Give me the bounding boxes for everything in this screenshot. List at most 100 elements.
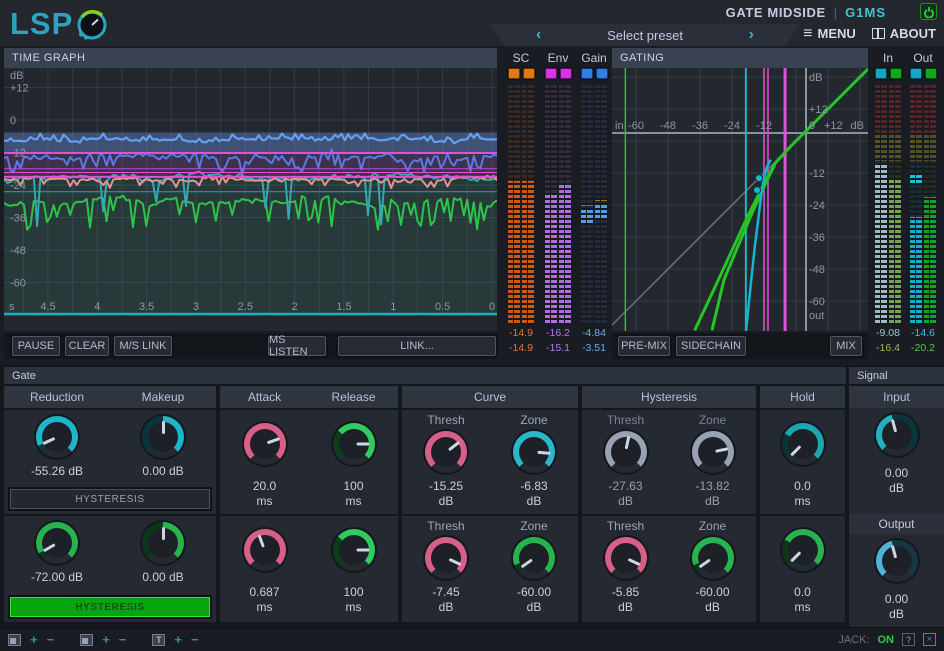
side-hysteresis-toggle[interactable]: HYSTERESIS <box>10 597 210 617</box>
window-layout-icon[interactable] <box>80 634 93 646</box>
menu-icon: ≡ <box>803 27 812 41</box>
side-attack-knob[interactable] <box>244 529 286 571</box>
disconnect-icon[interactable]: × <box>923 633 936 646</box>
plugin-window: LSP GATE MIDSIDE | G1MS ‹ Select preset … <box>0 0 944 651</box>
side-curve-zone-unit: dB <box>527 600 542 615</box>
side-release-knob[interactable] <box>333 529 375 571</box>
mid-curve-zone-knob[interactable] <box>513 431 555 473</box>
preset-selector[interactable]: Select preset <box>607 28 683 43</box>
side-hyst-thresh-knob[interactable] <box>605 537 647 579</box>
side-hold-unit: ms <box>795 600 811 615</box>
sc-meter-bar-side <box>522 85 534 325</box>
mid-hold-knob[interactable] <box>782 423 824 465</box>
side-hyst-thresh-label: Thresh <box>607 519 644 534</box>
zoom-out-button[interactable]: − <box>191 632 199 647</box>
sidechain-button[interactable]: SIDECHAIN <box>676 336 746 356</box>
env-side-enable-button[interactable] <box>560 68 572 79</box>
gating-plot[interactable]: in-60-48-36-24-120+12dBdB+12-12-24-36-48… <box>612 68 868 331</box>
svg-text:-24: -24 <box>724 120 740 132</box>
svg-text:0: 0 <box>489 301 495 313</box>
mid-hold-unit: ms <box>795 494 811 509</box>
output-gain-knob[interactable] <box>876 540 918 582</box>
svg-text:-60: -60 <box>10 278 26 290</box>
gain-mid-enable-button[interactable] <box>581 68 593 79</box>
link-button[interactable]: LINK... <box>338 336 496 356</box>
gate-section: Gate Signal Reduction Makeup Attack Rele… <box>0 365 944 627</box>
mid-hyst-zone-knob[interactable] <box>692 431 734 473</box>
in-mid-enable-button[interactable] <box>875 68 887 79</box>
out-mid-enable-button[interactable] <box>910 68 922 79</box>
about-button[interactable]: ABOUT <box>872 26 936 41</box>
env-meter: Env -16.2 -15.1 <box>541 48 575 355</box>
env-mid-enable-button[interactable] <box>545 68 557 79</box>
mid-hyst-thresh-knob[interactable] <box>605 431 647 473</box>
preset-prev-button[interactable]: ‹ <box>536 25 541 45</box>
in-meter-value-side: -16.4 <box>876 341 900 355</box>
mid-attack-unit: ms <box>257 494 273 509</box>
curve-header: Curve <box>402 386 578 408</box>
zoom-out-button[interactable]: − <box>119 632 127 647</box>
svg-text:dB: dB <box>851 120 864 132</box>
mid-hysteresis-cell: Thresh -27.63 dB Zone -13.82 dB <box>582 410 756 514</box>
gating-header: GATING <box>612 48 868 68</box>
side-hyst-zone-knob[interactable] <box>692 537 734 579</box>
preset-bar: ‹ Select preset › <box>490 24 800 46</box>
menu-button[interactable]: ≡ MENU <box>803 26 856 41</box>
text-scale-icon[interactable]: T <box>152 634 165 646</box>
out-meter-value-mid: -14.6 <box>911 326 935 340</box>
svg-text:2.5: 2.5 <box>238 301 253 313</box>
mid-reduction-knob[interactable] <box>36 416 78 458</box>
timegraph-toolbar: PAUSE CLEAR M/S LINK MS LISTEN LINK... <box>4 333 497 359</box>
in-meter-value-mid: -9.08 <box>876 326 900 340</box>
mid-hyst-zone-unit: dB <box>705 494 720 509</box>
zoom-in-button[interactable]: + <box>174 632 182 647</box>
sc-side-enable-button[interactable] <box>523 68 535 79</box>
help-icon[interactable]: ? <box>902 633 915 646</box>
ms-link-button[interactable]: M/S LINK <box>114 336 172 356</box>
mid-makeup-knob[interactable] <box>142 416 184 458</box>
side-curve-thresh-knob[interactable] <box>425 537 467 579</box>
output-gain-value: 0.00 <box>885 592 908 607</box>
output-gain-unit: dB <box>889 607 904 622</box>
preset-next-button[interactable]: › <box>749 25 754 45</box>
mix-button[interactable]: MIX <box>830 336 862 356</box>
zoom-in-button[interactable]: + <box>102 632 110 647</box>
mid-curve-thresh-knob[interactable] <box>425 431 467 473</box>
clear-button[interactable]: CLEAR <box>65 336 109 356</box>
ms-listen-button[interactable]: MS LISTEN <box>268 336 326 356</box>
side-makeup-knob[interactable] <box>142 522 184 564</box>
out-meter-bar-mid <box>910 85 922 325</box>
sc-meter-value-mid: -14.9 <box>509 326 533 340</box>
out-meter-bar-side <box>924 85 936 325</box>
side-reduction-knob[interactable] <box>36 522 78 564</box>
mid-hyst-thresh-value: -27.63 <box>608 479 642 494</box>
svg-text:-24: -24 <box>10 180 26 192</box>
window-layout-icon[interactable] <box>8 634 21 646</box>
pre-mix-button[interactable]: PRE-MIX <box>618 336 670 356</box>
plugin-title: GATE MIDSIDE <box>726 5 826 20</box>
sc-mid-enable-button[interactable] <box>508 68 520 79</box>
side-hold-knob[interactable] <box>782 529 824 571</box>
side-makeup-value: 0.00 dB <box>142 570 183 585</box>
in-side-enable-button[interactable] <box>890 68 902 79</box>
power-button[interactable] <box>920 3 937 20</box>
svg-text:-48: -48 <box>809 264 825 276</box>
mid-hold-value: 0.0 <box>794 479 811 494</box>
titlebar: LSP GATE MIDSIDE | G1MS ‹ Select preset … <box>0 0 944 46</box>
input-gain-knob[interactable] <box>876 414 918 456</box>
mid-hysteresis-toggle[interactable]: HYSTERESIS <box>10 489 210 509</box>
svg-text:3: 3 <box>193 301 199 313</box>
mid-attack-knob[interactable] <box>244 423 286 465</box>
pause-button[interactable]: PAUSE <box>12 336 60 356</box>
zoom-in-button[interactable]: + <box>30 632 38 647</box>
svg-text:-48: -48 <box>660 120 676 132</box>
mid-release-knob[interactable] <box>333 423 375 465</box>
zoom-out-button[interactable]: − <box>47 632 55 647</box>
side-curve-thresh-unit: dB <box>439 600 454 615</box>
gain-side-enable-button[interactable] <box>596 68 608 79</box>
gain-meter-value-mid: -4.84 <box>582 326 606 340</box>
side-curve-zone-knob[interactable] <box>513 537 555 579</box>
svg-text:-36: -36 <box>692 120 708 132</box>
out-side-enable-button[interactable] <box>925 68 937 79</box>
mid-hyst-zone-label: Zone <box>699 413 726 428</box>
